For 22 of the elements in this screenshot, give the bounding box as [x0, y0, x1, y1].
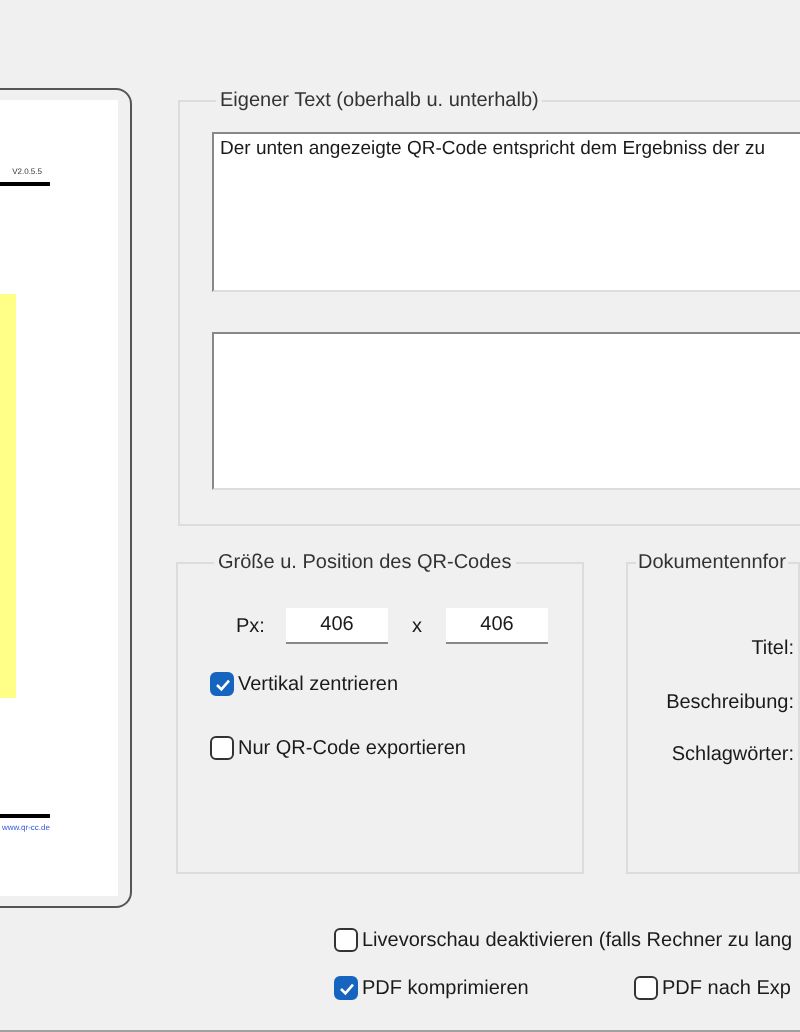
checkbox[interactable] — [210, 736, 234, 760]
group-title: Dokumentennfor — [636, 552, 788, 574]
checkbox-label[interactable]: Nur QR-Code exportieren — [238, 737, 466, 759]
checkbox[interactable] — [634, 976, 658, 1000]
field-label: Beschreibung: — [666, 692, 794, 714]
field-label: Schlagwörter: — [671, 744, 794, 766]
height-field[interactable]: 406 — [446, 608, 548, 644]
checkbox-label[interactable]: PDF komprimieren — [362, 977, 529, 999]
text-below-field[interactable] — [212, 332, 800, 490]
width-field[interactable]: 406 — [286, 608, 388, 644]
group-title: Eigener Text (oberhalb u. unterhalb) — [218, 90, 541, 112]
checkbox-label[interactable]: Livevorschau deaktivieren (falls Rechner zu lang — [362, 929, 793, 951]
checkbox[interactable] — [334, 928, 358, 952]
group-title: Größe u. Position des QR-Codes — [216, 552, 514, 574]
separator-text: x — [410, 615, 424, 637]
field-label: Titel: — [751, 638, 794, 660]
text-above-field[interactable]: Der unten angezeigte QR-Code entspricht dem Ergebniss der zu — [212, 132, 800, 292]
checkbox[interactable] — [210, 672, 234, 696]
checkbox[interactable] — [334, 976, 358, 1000]
px-label: Px: — [236, 615, 267, 637]
checkbox-label[interactable]: Vertikal zentrieren — [238, 673, 399, 695]
checkbox-label[interactable]: PDF nach Exp — [662, 977, 791, 999]
